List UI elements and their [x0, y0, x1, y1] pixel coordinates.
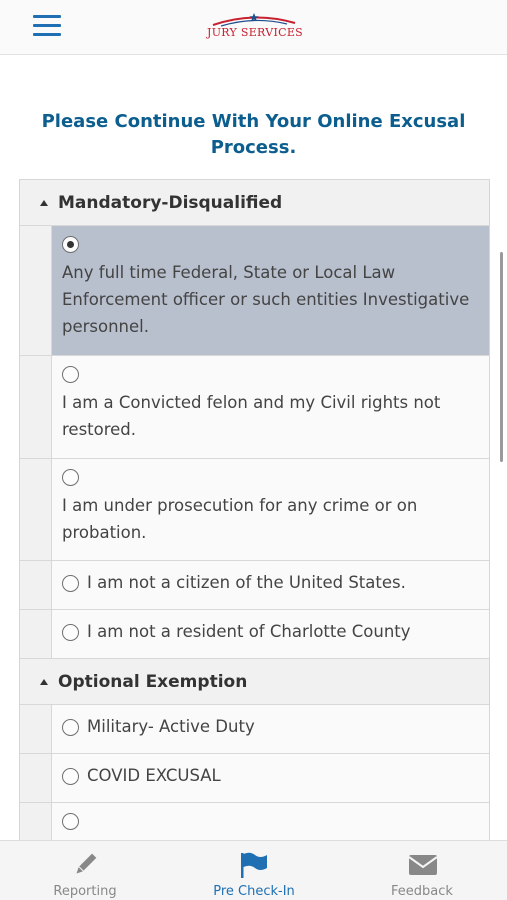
option-row: Any full time Federal, State or Local La… — [20, 226, 489, 356]
option-row: COVID EXCUSAL — [20, 754, 489, 803]
collapse-triangle-icon[interactable] — [40, 679, 48, 685]
option-label: Military- Active Duty — [87, 717, 255, 736]
section-title: Optional Exemption — [58, 672, 248, 692]
tab-reporting[interactable]: Reporting — [15, 841, 155, 900]
tab-label: Feedback — [391, 884, 453, 899]
option-label: I am a Convicted felon and my Civil righ… — [62, 393, 441, 439]
radio-button[interactable] — [62, 469, 79, 486]
section-header-optional[interactable]: Optional Exemption — [20, 659, 489, 705]
app-screen: JURY SERVICES Please Continue With Your … — [0, 0, 507, 900]
radio-button[interactable] — [62, 575, 79, 592]
tab-feedback[interactable]: Feedback — [352, 841, 492, 900]
excusal-options-panel: Mandatory-Disqualified Any full time Fed… — [19, 179, 490, 886]
flag-icon — [240, 852, 268, 878]
option-row: I am not a citizen of the United States. — [20, 561, 489, 610]
option-row: I am under prosecution for any crime or … — [20, 459, 489, 561]
jury-services-logo: JURY SERVICES — [207, 12, 304, 42]
option-row: I am a Convicted felon and my Civil righ… — [20, 356, 489, 459]
logo-text: JURY SERVICES — [207, 26, 304, 39]
tab-pre-check-in[interactable]: Pre Check-In — [184, 841, 324, 900]
option-label: I am under prosecution for any crime or … — [62, 496, 418, 542]
pencil-icon — [71, 852, 99, 878]
hamburger-menu-icon[interactable] — [33, 15, 61, 37]
scrollbar[interactable] — [500, 252, 503, 462]
option-law-enforcement[interactable]: Any full time Federal, State or Local La… — [52, 226, 489, 355]
app-header: JURY SERVICES — [0, 0, 507, 55]
option-convicted-felon[interactable]: I am a Convicted felon and my Civil righ… — [52, 356, 489, 458]
option-under-prosecution[interactable]: I am under prosecution for any crime or … — [52, 459, 489, 560]
option-label: I am not a resident of Charlotte County — [87, 622, 411, 641]
option-row: I am not a resident of Charlotte County — [20, 610, 489, 659]
radio-button[interactable] — [62, 624, 79, 641]
page-title: Please Continue With Your Online Excusal… — [41, 111, 466, 158]
radio-button[interactable] — [62, 366, 79, 383]
radio-button[interactable] — [62, 719, 79, 736]
radio-button[interactable] — [62, 768, 79, 785]
option-label: I am not a citizen of the United States. — [87, 573, 406, 592]
option-covid-excusal[interactable]: COVID EXCUSAL — [52, 754, 489, 802]
section-title: Mandatory-Disqualified — [58, 193, 283, 213]
option-not-resident[interactable]: I am not a resident of Charlotte County — [52, 610, 489, 658]
collapse-triangle-icon[interactable] — [40, 200, 48, 206]
envelope-icon — [408, 852, 438, 878]
tab-label: Reporting — [53, 884, 117, 899]
radio-button[interactable] — [62, 813, 79, 830]
radio-button-selected[interactable] — [62, 236, 79, 253]
option-row: Military- Active Duty — [20, 705, 489, 754]
bottom-tab-bar: Reporting Pre Check-In Feedback — [0, 840, 507, 900]
option-label: COVID EXCUSAL — [87, 766, 221, 785]
option-not-citizen[interactable]: I am not a citizen of the United States. — [52, 561, 489, 609]
tab-label: Pre Check-In — [213, 884, 295, 899]
option-military-active-duty[interactable]: Military- Active Duty — [52, 705, 489, 753]
section-header-mandatory[interactable]: Mandatory-Disqualified — [20, 180, 489, 226]
option-label: Any full time Federal, State or Local La… — [62, 263, 470, 336]
